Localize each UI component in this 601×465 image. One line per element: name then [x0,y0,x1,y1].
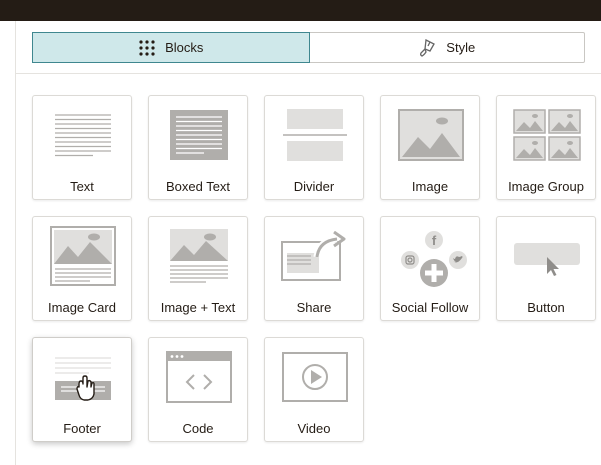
block-image[interactable]: Image [380,95,480,200]
tab-style[interactable]: Style [309,33,585,62]
block-video[interactable]: Video [264,337,364,442]
block-button[interactable]: Button [496,216,596,321]
tab-blocks[interactable]: Blocks [32,32,310,63]
block-social-follow[interactable]: f Social Follow [380,216,480,321]
block-label: Text [70,179,94,194]
block-code[interactable]: Code [148,337,248,442]
block-label: Footer [63,421,101,436]
footer-icon [33,346,133,408]
text-lines-icon [33,104,133,166]
block-label: Button [527,300,565,315]
svg-text:f: f [432,233,437,248]
divider-line [16,73,601,74]
tab-blocks-label: Blocks [165,40,204,55]
tab-style-label: Style [446,40,476,55]
block-share[interactable]: Share [264,216,364,321]
block-label: Share [296,300,332,315]
divider-icon [265,104,365,166]
block-label: Image + Text [160,300,236,315]
image-text-icon [149,225,249,287]
block-image-text[interactable]: Image + Text [148,216,248,321]
block-footer[interactable]: Footer [32,337,132,442]
boxed-text-icon [149,104,249,166]
social-follow-icon: f [381,225,481,287]
block-label: Boxed Text [165,179,231,194]
video-icon [265,346,365,408]
block-label: Image [411,179,449,194]
block-label: Divider [293,179,335,194]
code-icon [149,346,249,408]
image-card-icon [33,225,133,287]
image-icon [381,104,481,166]
block-boxed-text[interactable]: Boxed Text [148,95,248,200]
button-icon [497,225,597,287]
block-label: Social Follow [391,300,469,315]
block-label: Image Group [508,179,584,194]
block-label: Image Card [48,300,116,315]
top-bar [0,0,601,21]
panel-left-border [15,21,16,465]
grid-dots-icon [138,39,156,57]
image-group-icon [497,104,597,166]
block-label: Video [297,421,331,436]
paint-brush-icon [417,38,437,58]
block-image-card[interactable]: Image Card [32,216,132,321]
block-text[interactable]: Text [32,95,132,200]
block-label: Code [182,421,214,436]
share-icon [265,225,365,287]
block-divider[interactable]: Divider [264,95,364,200]
panel-tabs: Blocks Style [32,32,585,63]
block-image-group[interactable]: Image Group [496,95,596,200]
